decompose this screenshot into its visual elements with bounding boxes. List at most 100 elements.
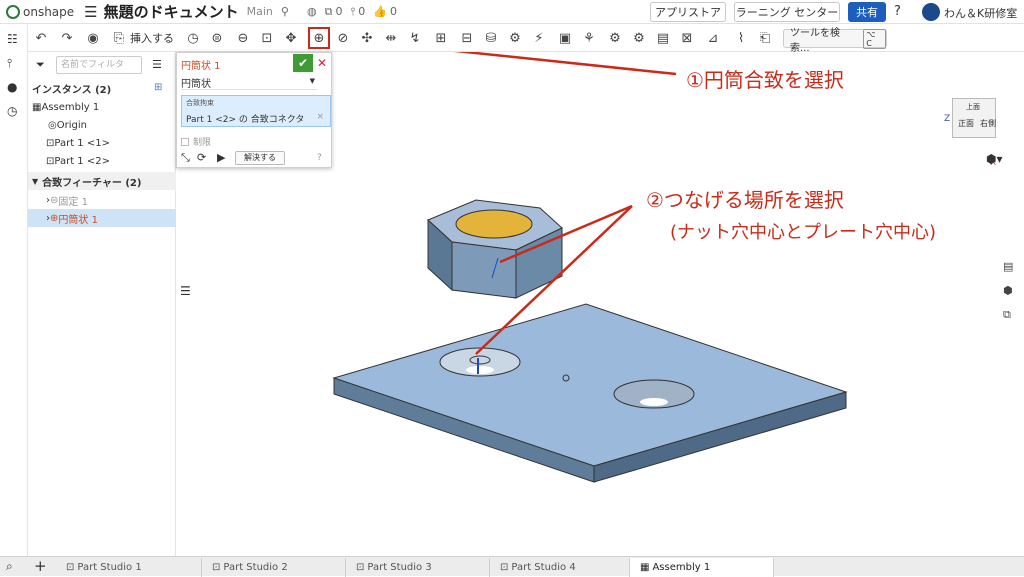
tab-assembly-1[interactable]: ▦ Assembly 1 [630, 558, 774, 577]
tab-label: Part Studio 3 [367, 562, 432, 573]
view-options-icon[interactable]: ⬢▾ [986, 152, 1003, 166]
tree-item-part1[interactable]: ⊡ Part 1 <1> [28, 134, 176, 152]
app-store-button[interactable]: アプリストア [650, 2, 726, 22]
revolute-mate-icon[interactable]: ⊖ [234, 29, 252, 47]
tree-item-fixed[interactable]: › ⊜ 固定 1 [28, 191, 176, 209]
cylindrical-mate-icon[interactable]: ⊕ [308, 27, 330, 49]
assembly-icon: ▦ [32, 101, 42, 113]
replicate-icon[interactable]: ⚙ [606, 29, 624, 47]
tab-part-studio-2[interactable]: ⊡ Part Studio 2 [202, 558, 346, 577]
screw-icon[interactable]: ▣ [556, 29, 574, 47]
tab-label: Part Studio 2 [223, 562, 288, 573]
mass-properties-icon[interactable]: ⧉ [1003, 308, 1021, 326]
measure-icon[interactable]: ⊿ [704, 29, 722, 47]
feature-icon[interactable]: ◉ [84, 29, 102, 47]
tree-item-part2[interactable]: ⊡ Part 1 <2> [28, 152, 176, 170]
help-icon[interactable]: ? [894, 4, 901, 19]
like-count[interactable]: 👍 0 [373, 5, 397, 18]
pattern-icon[interactable]: ⚙ [630, 29, 648, 47]
annotation-step2: ②つなげる場所を選択 [646, 188, 844, 212]
search-tools-input[interactable]: ツールを検索... ⌥ C [783, 28, 887, 54]
mate-tree-icon[interactable]: ⫯ [7, 56, 21, 70]
list-view-icon[interactable]: ☰ [152, 58, 162, 71]
slider-mate-icon[interactable]: ⊡ [258, 29, 276, 47]
like-count-value: 0 [389, 5, 397, 18]
graphics-area[interactable]: ①円筒合致を選択 ②つなげる場所を選択 (ナット穴中心とプレート穴中心) Z 正… [176, 36, 1024, 556]
feature-list-icon[interactable]: ☷ [7, 32, 21, 46]
ball-mate-icon[interactable]: ✣ [358, 29, 376, 47]
part-studio-icon: ⊡ [356, 562, 365, 573]
branch-label[interactable]: Main [247, 5, 273, 18]
fixed-icon: ⊜ [50, 194, 59, 206]
globe-icon[interactable]: ◍ [307, 5, 317, 18]
tree-item-assembly[interactable]: ▦ Assembly 1 [28, 98, 176, 116]
nut-bore[interactable] [455, 209, 533, 239]
model-viewport[interactable] [176, 36, 1024, 556]
share-button[interactable]: 共有 [848, 2, 886, 22]
section-icon[interactable]: ⌇ [732, 29, 750, 47]
tree-item-cylindrical[interactable]: › ⊕ 円筒状 1 [28, 209, 176, 227]
parallel-mate-icon[interactable]: ⇹ [382, 29, 400, 47]
chevron-down-icon: ▼ [32, 176, 39, 186]
view-cube[interactable]: Z 正面 右側 上面 X [928, 70, 1008, 168]
nut-face-front[interactable] [451, 241, 517, 299]
fastened-mate-icon[interactable]: ⊜ [208, 29, 226, 47]
copy-count[interactable]: ⧉ 0 [325, 5, 343, 19]
tree-item-part1-label: Part 1 <1> [54, 137, 110, 149]
z-axis-label: Z [944, 114, 951, 124]
tab-part-studio-1[interactable]: ⊡ Part Studio 1 [56, 558, 202, 577]
filter-icon[interactable]: ⏷ [36, 58, 45, 72]
user-name[interactable]: わん＆K研修室 [944, 5, 1017, 21]
search-tools-label: ツールを検索... [790, 27, 840, 54]
planar-mate-icon[interactable]: ✥ [282, 29, 300, 47]
comment-icon[interactable]: ● [7, 80, 21, 94]
part-studio-icon: ⊡ [212, 562, 221, 573]
learning-center-button[interactable]: ラーニング センター [734, 2, 840, 22]
onshape-logo[interactable]: onshape [6, 4, 75, 19]
avatar[interactable] [922, 3, 940, 21]
explode-icon[interactable]: ⊠ [678, 29, 696, 47]
pin-slot-icon[interactable]: ⊘ [334, 29, 352, 47]
properties-icon[interactable]: ▤ [1003, 260, 1021, 278]
tab-part-studio-4[interactable]: ⊡ Part Studio 4 [490, 558, 630, 577]
named-position-icon[interactable]: ⎗ [756, 29, 774, 47]
tree-item-origin[interactable]: ◎ Origin [28, 116, 176, 134]
group-icon[interactable]: ⊟ [458, 29, 476, 47]
insert-button[interactable]: 挿入する [130, 30, 174, 46]
add-folder-icon[interactable]: ⊞ [154, 82, 162, 93]
gear-relation-icon[interactable]: ⚙ [506, 29, 524, 47]
document-title[interactable]: 無題のドキュメント [104, 1, 239, 22]
link-icon[interactable]: ⚲ [281, 5, 289, 18]
mate-features-header[interactable]: ▼ 合致フィーチャー (2) [28, 172, 176, 190]
plate-top[interactable] [332, 303, 848, 467]
rack-icon[interactable]: ⚡ [530, 29, 548, 47]
clock-icon[interactable]: ◷ [184, 29, 202, 47]
app-name: onshape [23, 4, 75, 19]
top-face-label[interactable]: 上面 [966, 102, 980, 112]
front-face-label[interactable]: 正面 [958, 118, 974, 129]
copy-icon: ⧉ [324, 4, 333, 18]
redo-icon[interactable]: ↷ [58, 29, 76, 47]
add-tab-button[interactable]: + [34, 557, 47, 575]
error-icon: ⊕ [50, 212, 59, 224]
panel-toggle-icon[interactable]: ☰ [180, 284, 191, 298]
mate-connector-icon[interactable]: ⊞ [432, 29, 450, 47]
right-face-label[interactable]: 右側 [980, 118, 996, 129]
bom-icon[interactable]: ▤ [654, 29, 672, 47]
assembly-icon: ▦ [640, 562, 650, 573]
undo-icon[interactable]: ↶ [32, 29, 50, 47]
version-icon: ⫯ [350, 4, 356, 18]
tangent-icon[interactable]: ↯ [406, 29, 424, 47]
filter-input[interactable]: 名前でフィルタ [56, 56, 142, 74]
appearance-icon[interactable]: ⬢ [1003, 284, 1021, 302]
menu-icon[interactable]: ☰ [84, 3, 97, 21]
search-tabs-icon[interactable]: ⌕ [6, 559, 13, 574]
version-count[interactable]: ⫯ 0 [350, 5, 365, 19]
tree-item-assembly-label: Assembly 1 [41, 101, 100, 113]
tab-part-studio-3[interactable]: ⊡ Part Studio 3 [346, 558, 490, 577]
part-icon: ⊡ [46, 137, 55, 149]
relation-icon[interactable]: ⛁ [482, 29, 500, 47]
linear-icon[interactable]: ⚘ [580, 29, 598, 47]
insert-icon[interactable]: ⎘ [110, 29, 128, 47]
stopwatch-icon[interactable]: ◷ [7, 104, 21, 118]
